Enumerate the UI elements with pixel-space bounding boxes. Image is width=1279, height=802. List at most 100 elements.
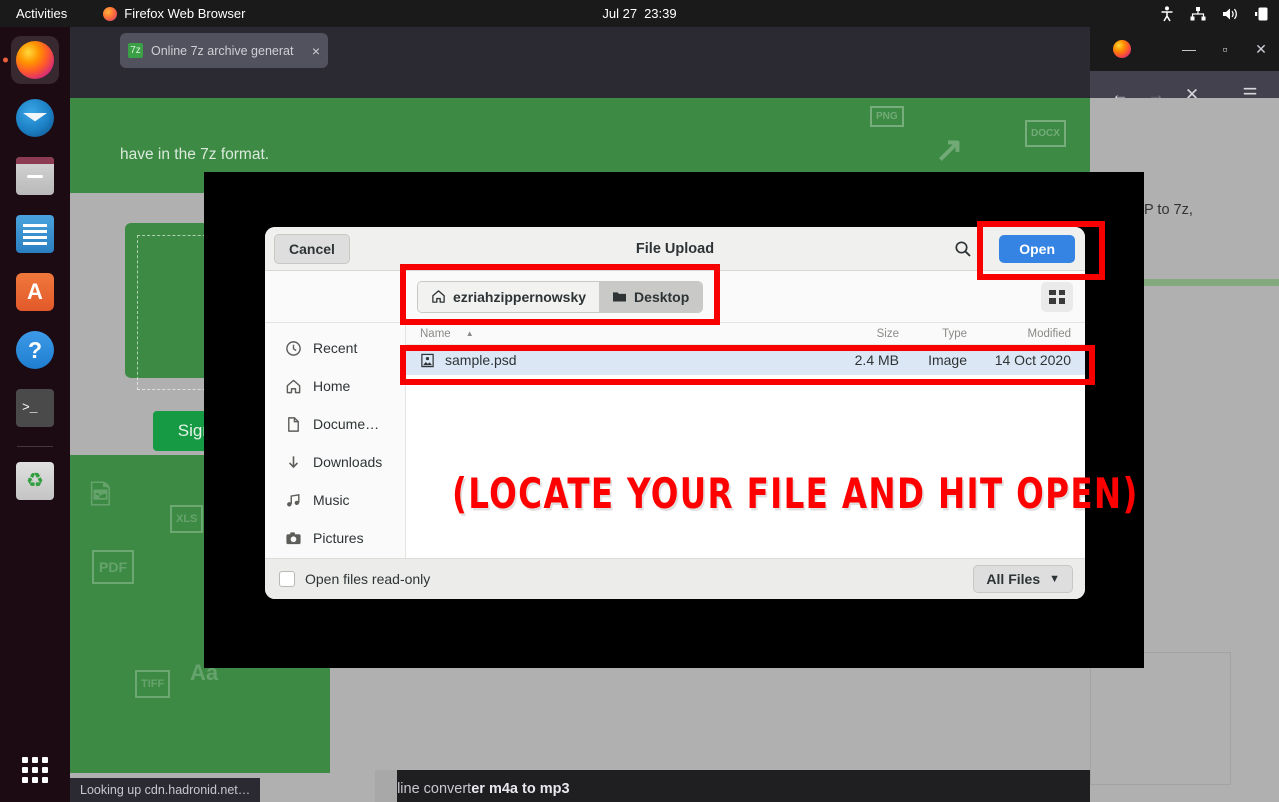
dock-item-writer[interactable] (11, 210, 59, 258)
grid-cell (42, 767, 48, 773)
breadcrumb-home[interactable]: ezriahzippernowsky (418, 282, 599, 312)
dock-item-help[interactable]: ? (11, 326, 59, 374)
column-header-modified[interactable]: Modified (967, 328, 1085, 340)
home-icon (285, 378, 302, 395)
grid-cell (32, 777, 38, 783)
dialog-footer: Open files read-only All Files ▼ (265, 558, 1085, 599)
sidebar-item-documents[interactable]: Docume… (265, 405, 405, 443)
dock-item-thunderbird[interactable] (11, 94, 59, 142)
image-file-icon: 🖻 (90, 477, 111, 521)
close-window-button[interactable]: ✕ (1243, 34, 1279, 64)
dock-item-trash[interactable]: ♻ (11, 457, 59, 505)
clock-icon (285, 340, 302, 357)
camera-icon (285, 530, 302, 547)
hero-text: have in the 7z format. (120, 146, 269, 164)
file-name-cell: sample.psd (406, 352, 827, 368)
search-icon[interactable] (954, 240, 972, 258)
folder-icon (612, 290, 627, 303)
grid-cell (22, 757, 28, 763)
active-app-menu[interactable]: Firefox Web Browser (103, 6, 245, 21)
terminal-icon: >_ (16, 389, 54, 427)
screen: 7z Online 7z archive generat × — ▫ ✕ ← →… (0, 0, 1279, 802)
column-header-size[interactable]: Size (827, 328, 899, 340)
browser-tab[interactable]: 7z Online 7z archive generat × (120, 33, 328, 68)
help-icon: ? (16, 331, 54, 369)
dock-item-firefox[interactable] (11, 36, 59, 84)
tab-title: Online 7z archive generat (151, 44, 304, 58)
music-note-icon (285, 492, 302, 509)
file-name-label: sample.psd (445, 352, 517, 368)
read-only-checkbox[interactable] (279, 571, 295, 587)
column-header-type[interactable]: Type (899, 328, 967, 340)
firefox-logo-icon (1113, 40, 1131, 58)
autocomplete-gutter (375, 770, 397, 802)
autocomplete-dropdown: nline converter m4a to mp3 nline convert… (375, 770, 1090, 802)
file-type-cell: Image (899, 352, 967, 368)
png-file-icon: PNG (870, 106, 904, 127)
activities-button[interactable]: Activities (16, 6, 67, 21)
files-icon (16, 157, 54, 195)
grid-cell (32, 767, 38, 773)
instruction-annotation: (LOCATE YOUR FILE AND HIT OPEN) (452, 470, 1139, 518)
file-size-cell: 2.4 MB (827, 352, 899, 368)
firefox-icon (16, 41, 54, 79)
file-list: Name ▲ Size Type Modified sample.psd 2.4… (406, 323, 1085, 558)
browser-chrome: 7z Online 7z archive generat × — ▫ ✕ ← →… (70, 27, 1279, 98)
clock-time: 23:39 (644, 6, 677, 21)
maximize-button[interactable]: ▫ (1207, 34, 1243, 64)
breadcrumb-desktop[interactable]: Desktop (599, 282, 702, 312)
show-applications-button[interactable] (11, 746, 59, 794)
read-only-label: Open files read-only (305, 571, 430, 587)
battery-icon (1255, 6, 1269, 22)
archive-icon: 7z (128, 43, 143, 58)
grid-cell (1049, 298, 1056, 304)
grid-cell (32, 757, 38, 763)
writer-icon (16, 215, 54, 253)
dock-item-terminal[interactable]: >_ (11, 384, 59, 432)
dialog-body: Recent Home Docume… Downloads Music (265, 323, 1085, 558)
sidebar-item-label: Downloads (313, 454, 382, 470)
grid-cell (1049, 290, 1056, 296)
image-file-icon (420, 353, 435, 368)
list-item[interactable]: nline converter m4a to mp3 (375, 770, 1090, 802)
network-icon (1190, 7, 1206, 21)
column-header-name-label: Name (420, 328, 451, 340)
table-row[interactable]: sample.psd 2.4 MB Image 14 Oct 2020 (406, 345, 1085, 375)
sidebar-item-label: Home (313, 378, 350, 394)
sidebar-item-pictures[interactable]: Pictures (265, 519, 405, 557)
file-modified-cell: 14 Oct 2020 (967, 352, 1085, 368)
open-button[interactable]: Open (999, 235, 1075, 263)
active-app-label: Firefox Web Browser (124, 6, 245, 21)
file-filter-dropdown[interactable]: All Files ▼ (973, 565, 1073, 593)
close-icon[interactable]: × (312, 43, 320, 59)
grid-cell (22, 777, 28, 783)
minimize-button[interactable]: — (1171, 34, 1207, 64)
column-header-name[interactable]: Name ▲ (406, 328, 827, 340)
gnome-dock: A ? >_ ♻ (0, 27, 70, 802)
system-tray[interactable] (1160, 6, 1269, 22)
dock-item-software[interactable]: A (11, 268, 59, 316)
grid-cell (22, 767, 28, 773)
sort-ascending-icon: ▲ (466, 329, 474, 338)
grid-view-icon[interactable] (1041, 282, 1073, 312)
pdf-file-icon: PDF (92, 550, 134, 584)
sidebar-item-recent[interactable]: Recent (265, 329, 405, 367)
grid-cell (42, 777, 48, 783)
trash-icon: ♻ (16, 462, 54, 500)
xls-file-icon: XLS (170, 505, 203, 533)
sidebar-item-downloads[interactable]: Downloads (265, 443, 405, 481)
download-arrow-icon (285, 454, 302, 471)
clock-date: Jul 27 (602, 6, 637, 21)
right-card (1090, 652, 1231, 785)
file-list-header: Name ▲ Size Type Modified (406, 323, 1085, 345)
sidebar-item-home[interactable]: Home (265, 367, 405, 405)
cancel-button[interactable]: Cancel (274, 234, 350, 264)
dock-item-files[interactable] (11, 152, 59, 200)
accessibility-icon (1160, 6, 1174, 22)
docx-file-icon: DOCX (1025, 120, 1066, 147)
sidebar-item-music[interactable]: Music (265, 481, 405, 519)
dock-separator (17, 446, 53, 447)
dialog-title: File Upload (636, 241, 714, 257)
clock[interactable]: Jul 27 23:39 (602, 6, 676, 21)
window-titlebar: — ▫ ✕ (1090, 27, 1279, 71)
